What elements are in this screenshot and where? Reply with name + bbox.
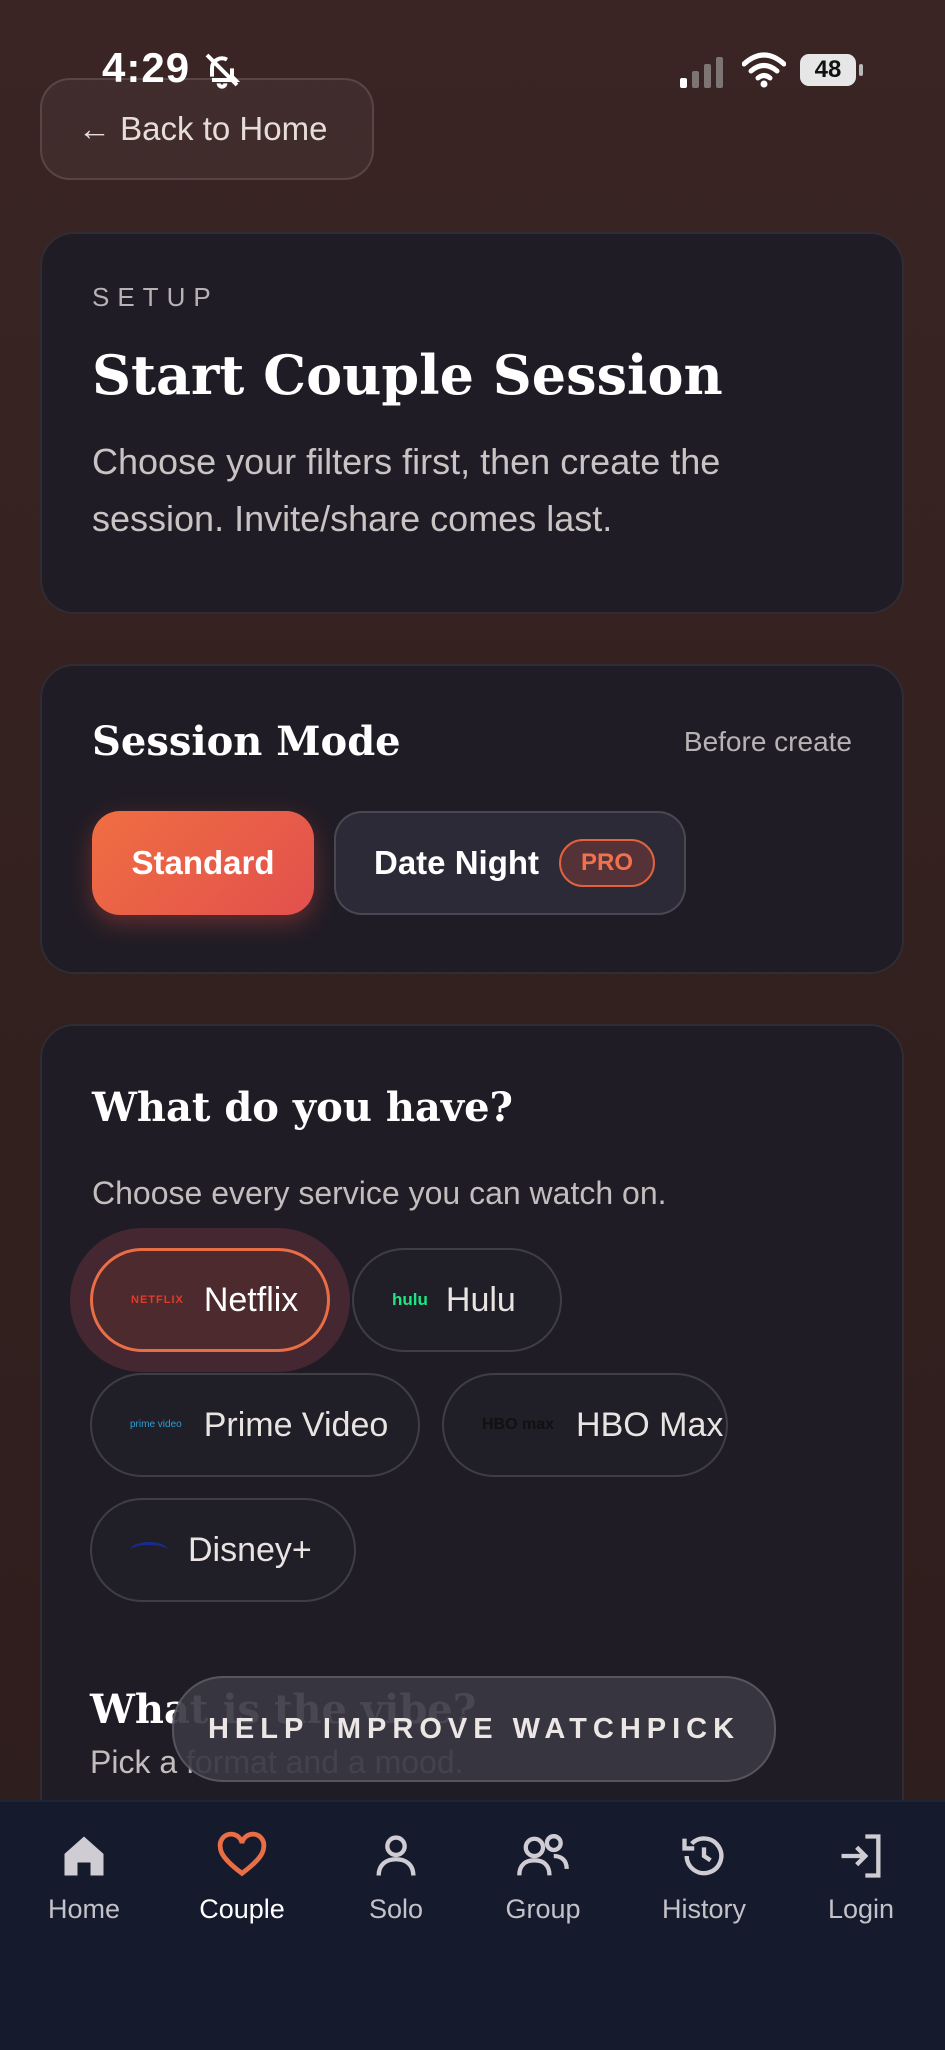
- service-label: Hulu: [445, 1280, 516, 1319]
- session-mode-hint: Before create: [683, 725, 852, 757]
- wifi-icon: [742, 52, 786, 88]
- tab-label: Home: [47, 1894, 121, 1924]
- tab-label: Couple: [199, 1894, 285, 1924]
- netflix-logo-icon: NETFLIX: [131, 1294, 184, 1306]
- page-title: Start Couple Session: [92, 343, 723, 407]
- setup-card: SETUP Start Couple Session Choose your f…: [40, 232, 904, 614]
- service-chip-hulu[interactable]: hulu Hulu: [352, 1248, 562, 1352]
- mode-standard-label: Standard: [131, 844, 275, 881]
- battery-icon: 48: [800, 54, 864, 86]
- service-label: HBO Max: [576, 1405, 724, 1444]
- tab-group[interactable]: Group: [473, 1830, 613, 1925]
- tab-label: Group: [505, 1894, 581, 1924]
- heart-icon: [217, 1831, 267, 1877]
- login-icon: [841, 1834, 881, 1878]
- service-label: Disney+: [188, 1530, 312, 1569]
- tab-label: Login: [827, 1894, 895, 1924]
- mode-date-night-label: Date Night: [374, 844, 539, 881]
- service-label: Netflix: [203, 1280, 299, 1319]
- back-label: ← Back to Home: [78, 110, 328, 147]
- service-label: Prime Video: [203, 1405, 389, 1444]
- setup-description: Choose your filters first, then create t…: [92, 441, 721, 539]
- session-mode-title: Session Mode: [92, 718, 401, 765]
- back-to-home-button[interactable]: ← Back to Home: [40, 78, 374, 180]
- signal-icon: [680, 57, 723, 88]
- group-icon: [517, 1834, 569, 1876]
- tab-label: Solo: [368, 1894, 424, 1924]
- bottom-tab-bar: Home Couple Solo Group History Login: [0, 1800, 945, 2050]
- help-improve-button[interactable]: HELP IMPROVE WATCHPICK: [172, 1676, 776, 1782]
- prime-video-logo-icon: prime video: [130, 1419, 182, 1430]
- mode-date-night-button[interactable]: Date Night PRO: [334, 811, 686, 915]
- tab-solo[interactable]: Solo: [326, 1830, 466, 1925]
- mode-standard-button[interactable]: Standard: [92, 811, 314, 915]
- service-chip-disney-plus[interactable]: Disney+: [90, 1498, 356, 1602]
- service-chip-prime-video[interactable]: prime video Prime Video: [90, 1373, 420, 1477]
- services-help: Choose every service you can watch on.: [92, 1175, 667, 1211]
- tab-history[interactable]: History: [634, 1830, 774, 1925]
- tab-label: History: [661, 1894, 746, 1924]
- tab-home[interactable]: Home: [14, 1830, 154, 1925]
- setup-eyebrow: SETUP: [92, 282, 219, 312]
- battery-level: 48: [800, 54, 856, 86]
- service-chip-netflix[interactable]: NETFLIX Netflix: [90, 1248, 330, 1352]
- pro-badge: PRO: [559, 839, 656, 887]
- hbo-max-logo-icon: HBO max: [482, 1416, 555, 1433]
- tab-couple[interactable]: Couple: [172, 1830, 312, 1925]
- person-icon: [376, 1835, 416, 1876]
- services-title: What do you have?: [92, 1084, 513, 1131]
- home-icon: [64, 1836, 104, 1876]
- service-chip-hbo-max[interactable]: HBO max HBO Max: [442, 1373, 728, 1477]
- hulu-logo-icon: hulu: [392, 1290, 428, 1309]
- tab-login[interactable]: Login: [791, 1830, 931, 1925]
- history-icon: [682, 1836, 724, 1876]
- session-mode-card: Session Mode Before create Standard Date…: [40, 664, 904, 974]
- disney-logo-icon: [130, 1541, 168, 1559]
